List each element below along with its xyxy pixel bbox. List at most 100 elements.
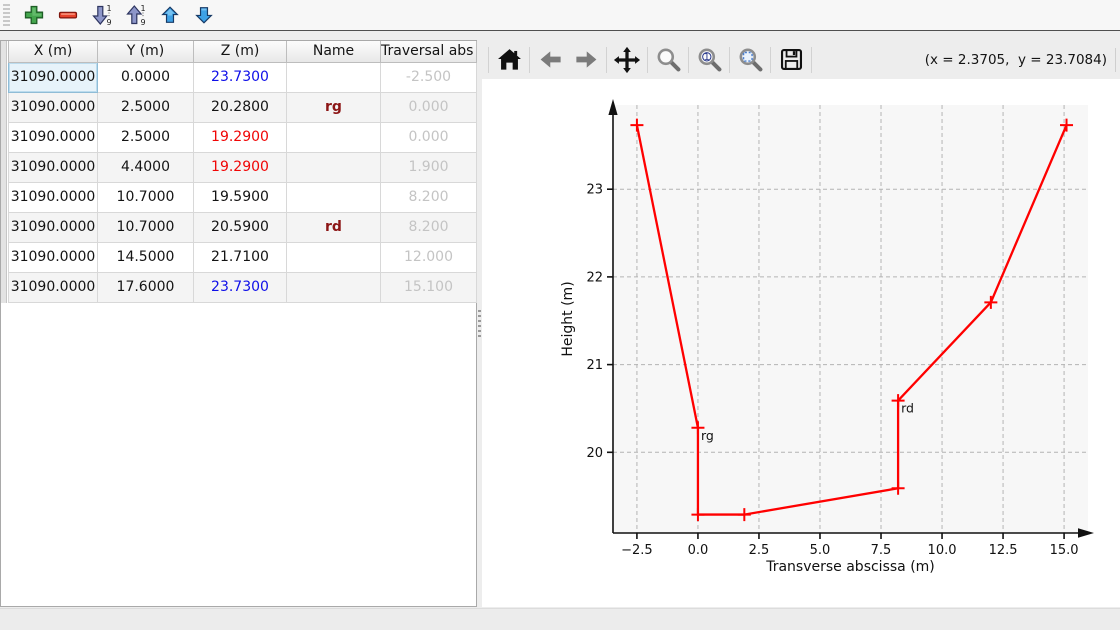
save-button[interactable] [773, 44, 809, 76]
table-row: 31090.000010.700020.5900rd8.200 [9, 212, 477, 242]
sort-ascending-button[interactable]: 1 9 [119, 1, 153, 29]
x-axis-label: Transverse abscissa (m) [765, 559, 935, 575]
toolbar-separator [647, 47, 648, 73]
cell-abs[interactable]: 12.000 [381, 242, 477, 272]
column-header-y[interactable]: Y (m) [98, 41, 194, 62]
svg-text:−2.5: −2.5 [621, 543, 653, 558]
magnifier-rect-icon [737, 46, 764, 73]
sort-descending-button[interactable]: 1 9 [85, 1, 119, 29]
cell-x[interactable]: 31090.0000 [9, 62, 98, 92]
cell-z[interactable]: 20.2800 [194, 92, 287, 122]
back-button[interactable] [532, 44, 568, 76]
svg-text:0.0: 0.0 [688, 543, 709, 558]
home-icon [496, 46, 523, 73]
toolbar-grip[interactable] [3, 4, 10, 26]
cell-y[interactable]: 10.7000 [98, 182, 194, 212]
svg-text:7.5: 7.5 [871, 543, 892, 558]
toolbar-separator [729, 47, 730, 73]
row-header-strip [1, 41, 7, 303]
svg-text:9: 9 [106, 18, 111, 27]
home-button[interactable] [491, 44, 527, 76]
cell-x[interactable]: 31090.0000 [9, 242, 98, 272]
cell-x[interactable]: 31090.0000 [9, 152, 98, 182]
cell-y[interactable]: 14.5000 [98, 242, 194, 272]
cell-name[interactable] [287, 122, 381, 152]
cell-name[interactable]: rd [287, 212, 381, 242]
cell-name[interactable] [287, 182, 381, 212]
column-header-x[interactable]: X (m) [9, 41, 98, 62]
cell-x[interactable]: 31090.0000 [9, 212, 98, 242]
cell-x[interactable]: 31090.0000 [9, 122, 98, 152]
table-row: 31090.000014.500021.7100 12.000 [9, 242, 477, 272]
table-panel: X (m) Y (m) Z (m) Name Traversal abs (m)… [0, 40, 477, 607]
move-row-down-button[interactable] [187, 1, 221, 29]
cell-x[interactable]: 31090.0000 [9, 182, 98, 212]
plot-figure[interactable]: −2.50.02.55.07.510.012.515.020212223Tran… [482, 79, 1120, 607]
cell-y[interactable]: 17.6000 [98, 272, 194, 302]
cell-y[interactable]: 10.7000 [98, 212, 194, 242]
cell-z[interactable]: 19.5900 [194, 182, 287, 212]
cell-y[interactable]: 2.5000 [98, 122, 194, 152]
column-header-z[interactable]: Z (m) [194, 41, 287, 62]
svg-text:1: 1 [140, 4, 145, 13]
plus-icon [22, 3, 46, 27]
column-header-name[interactable]: Name [287, 41, 381, 62]
zoom-button[interactable] [650, 44, 686, 76]
column-header-traversal-abs[interactable]: Traversal abs (m) [381, 41, 477, 62]
svg-text:9: 9 [140, 18, 145, 27]
svg-text:23: 23 [586, 183, 603, 198]
pan-button[interactable] [609, 44, 645, 76]
toolbar-separator [811, 47, 812, 73]
svg-text:20: 20 [586, 446, 603, 461]
zoom-rect-button[interactable] [732, 44, 768, 76]
cell-z[interactable]: 23.7300 [194, 272, 287, 302]
arrow-down-icon [193, 4, 215, 26]
cell-abs[interactable]: 8.200 [381, 182, 477, 212]
cell-name[interactable]: rg [287, 92, 381, 122]
svg-text:21: 21 [586, 358, 603, 373]
svg-text:5.0: 5.0 [810, 543, 831, 558]
move-row-up-button[interactable] [153, 1, 187, 29]
cell-abs[interactable]: 1.900 [381, 152, 477, 182]
forward-button[interactable] [568, 44, 604, 76]
svg-text:rd: rd [901, 401, 914, 416]
table-row: 31090.00004.400019.2900 1.900 [9, 152, 477, 182]
arrow-right-icon [573, 46, 600, 73]
cell-x[interactable]: 31090.0000 [9, 92, 98, 122]
cursor-coordinates: (x = 2.3705, y = 23.7084) [925, 52, 1115, 68]
cell-z[interactable]: 21.7100 [194, 242, 287, 272]
svg-text:12.5: 12.5 [989, 543, 1018, 558]
toolbar-separator [488, 47, 489, 73]
cell-z[interactable]: 19.2900 [194, 122, 287, 152]
zoom-original-button[interactable]: 1 [691, 44, 727, 76]
minus-icon [56, 3, 80, 27]
cell-y[interactable]: 0.0000 [98, 62, 194, 92]
table-row: 31090.00002.500019.2900 0.000 [9, 122, 477, 152]
cell-abs[interactable]: 0.000 [381, 92, 477, 122]
toolbar-separator [1115, 48, 1116, 72]
cell-name[interactable] [287, 62, 381, 92]
cell-y[interactable]: 4.4000 [98, 152, 194, 182]
sort-up-1-9-icon: 1 9 [124, 3, 148, 27]
cell-name[interactable] [287, 152, 381, 182]
cell-abs[interactable]: 8.200 [381, 212, 477, 242]
cell-abs[interactable]: 0.000 [381, 122, 477, 152]
svg-text:1: 1 [703, 52, 709, 63]
remove-row-button[interactable] [51, 1, 85, 29]
point-table: X (m) Y (m) Z (m) Name Traversal abs (m)… [8, 41, 477, 303]
svg-text:rg: rg [701, 428, 714, 443]
table-header-row: X (m) Y (m) Z (m) Name Traversal abs (m) [9, 41, 477, 62]
cell-abs[interactable]: -2.500 [381, 62, 477, 92]
cell-z[interactable]: 20.5900 [194, 212, 287, 242]
cell-abs[interactable]: 15.100 [381, 272, 477, 302]
cell-z[interactable]: 23.7300 [194, 62, 287, 92]
add-row-button[interactable] [17, 1, 51, 29]
cell-y[interactable]: 2.5000 [98, 92, 194, 122]
main-toolbar: 1 9 1 9 [0, 0, 1120, 31]
cell-name[interactable] [287, 272, 381, 302]
cell-z[interactable]: 19.2900 [194, 152, 287, 182]
table-row: 31090.000017.600023.7300 15.100 [9, 272, 477, 302]
cell-x[interactable]: 31090.0000 [9, 272, 98, 302]
chart-svg[interactable]: −2.50.02.55.07.510.012.515.020212223Tran… [482, 79, 1120, 607]
cell-name[interactable] [287, 242, 381, 272]
